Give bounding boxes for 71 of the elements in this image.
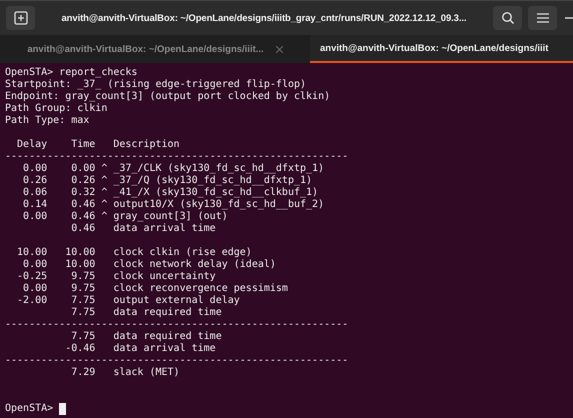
time-value: 10.00 [64,247,96,259]
tab-label: anvith@anvith-VirtualBox: ~/OpenLane/designs/iiit [320,42,548,54]
description-text: gray_count[3] (out) [113,211,228,223]
delay-value: 0.06 [22,187,48,199]
search-button[interactable] [493,6,522,30]
dashed-rule: --------------------------------------------------------- [5,319,350,331]
time-value: 0.46 [70,199,96,211]
search-icon [500,11,514,25]
edge-marker: ^ [101,211,108,223]
delay-value: 0.26 [22,175,48,187]
delay-value: Delay [16,139,48,151]
description-text: data required time [113,331,222,343]
terminal-tab[interactable]: anvith@anvith-VirtualBox: ~/OpenLane/designs/iiit [310,35,573,63]
description-text: data arrival time [113,343,216,355]
prompt-text: OpenSTA> [5,403,54,415]
delay-value: -2.00 [16,295,48,307]
description-text: data arrival time [113,223,216,235]
time-value: 9.75 [70,271,96,283]
menu-button[interactable] [528,6,557,30]
terminal-line: Path Group: clkin [5,103,108,115]
terminal-line: Endpoint: gray_count[3] (output port clocked by clkin) [5,91,332,103]
time-value: 0.00 [70,163,96,175]
delay-value: 0.00 [22,163,48,175]
terminal-tab[interactable]: anvith@anvith-VirtualBox: ~/OpenLane/designs/iiit... [6,35,304,63]
description-text: _37_/Q (sky130_fd_sc_hd__dfxtp_1) [113,175,312,187]
description-text: clock network delay (ideal) [113,259,276,271]
delay-value: 0.00 [22,283,48,295]
time-value: 7.75 [70,331,96,343]
time-value: 9.75 [70,283,96,295]
edge-marker: ^ [101,199,108,211]
new-tab-button[interactable] [6,6,35,30]
time-value: 10.00 [64,259,96,271]
time-value: 7.75 [70,307,96,319]
description-text: _37_/CLK (sky130_fd_sc_hd__dfxtp_1) [113,163,324,175]
time-value: Time [70,139,96,151]
time-value: 0.26 [70,175,96,187]
minimize-icon[interactable] [565,17,573,19]
window-title: anvith@anvith-VirtualBox: ~/OpenLane/designs/iiitb_gray_cntr/runs/RUN_2022.12.12_09.3... [60,12,468,24]
edge-marker: ^ [101,163,108,175]
time-value: 0.46 [70,211,96,223]
time-value: 0.46 [70,223,96,235]
description-text: output10/X (sky130_fd_sc_hd__buf_2) [113,199,324,211]
terminal-line: Path Type: max [5,115,90,127]
description-text: slack (MET) [113,367,180,379]
time-value: 7.29 [70,367,96,379]
close-icon[interactable] [276,46,283,52]
text-cursor [59,403,66,415]
delay-value: 0.00 [22,211,48,223]
description-text: clock uncertainty [113,271,216,283]
delay-value: 10.00 [16,247,48,259]
time-value: 7.75 [70,295,96,307]
time-value: -0.46 [64,343,96,355]
dashed-rule: --------------------------------------------------------- [5,151,350,163]
delay-value: 0.00 [22,259,48,271]
delay-value: 0.14 [22,199,48,211]
description-text: _41_/X (sky130_fd_sc_hd__clkbuf_1) [113,187,318,199]
edge-marker: ^ [101,175,108,187]
terminal-line: OpenSTA> report_checks [5,67,138,79]
description-text: Description [113,139,180,151]
menu-icon [536,13,548,23]
description-text: clock reconvergence pessimism [113,283,288,295]
delay-value: -0.25 [16,271,48,283]
description-text: output external delay [113,295,240,307]
tab-label: anvith@anvith-VirtualBox: ~/OpenLane/designs/iiit... [27,44,264,54]
time-value: 0.32 [70,187,96,199]
dashed-rule: --------------------------------------------------------- [5,355,350,367]
edge-marker: ^ [101,187,108,199]
new-tab-icon [14,11,28,25]
description-text: clock clkin (rise edge) [113,247,252,259]
description-text: data required time [113,307,222,319]
terminal-line: Startpoint: _37_ (rising edge-triggered flip-flop) [5,79,308,91]
